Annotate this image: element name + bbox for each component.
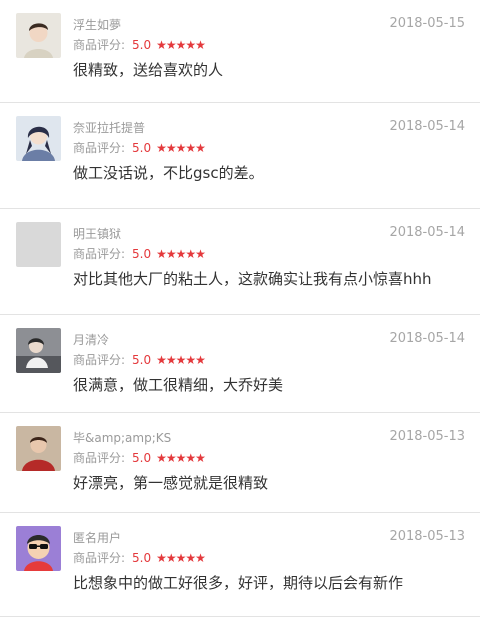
star-rating-icon: ★★★★★: [156, 352, 206, 367]
anime-character-avatar-icon[interactable]: [16, 116, 61, 161]
rating-row: 商品评分: 5.0 ★★★★★: [73, 449, 206, 466]
review-content: 对比其他大厂的粘土人，这款确实让我有点小惊喜hhh: [73, 270, 432, 288]
review-content: 做工没话说，不比gsc的差。: [73, 164, 264, 182]
rating-label: 商品评分:: [73, 551, 126, 565]
reviewer-name: 浮生如夢: [73, 18, 122, 32]
review-item: 毕&amp;amp;KS 2018-05-13 商品评分: 5.0 ★★★★★ …: [0, 413, 480, 513]
review-date: 2018-05-15: [389, 16, 465, 31]
rating-score: 5.0: [132, 37, 152, 52]
blank-avatar-icon[interactable]: [16, 222, 61, 267]
star-rating-icon: ★★★★★: [156, 140, 206, 155]
rating-row: 商品评分: 5.0 ★★★★★: [73, 351, 206, 368]
star-rating-icon: ★★★★★: [156, 246, 206, 261]
rating-score: 5.0: [132, 352, 152, 367]
review-item: 奈亚拉托提普 2018-05-14 商品评分: 5.0 ★★★★★ 做工没话说，…: [0, 103, 480, 209]
review-content: 很精致，送给喜欢的人: [73, 61, 224, 79]
star-rating-icon: ★★★★★: [156, 450, 206, 465]
reviewer-name: 月清冷: [73, 333, 110, 347]
rating-row: 商品评分: 5.0 ★★★★★: [73, 549, 206, 566]
review-item: 浮生如夢 2018-05-15 商品评分: 5.0 ★★★★★ 很精致，送给喜欢…: [0, 0, 480, 103]
star-rating-icon: ★★★★★: [156, 37, 206, 52]
review-date: 2018-05-13: [389, 529, 465, 544]
rating-label: 商品评分:: [73, 353, 126, 367]
reviewer-name: 明王镇狱: [73, 227, 122, 241]
review-date: 2018-05-14: [389, 225, 465, 240]
rating-score: 5.0: [132, 140, 152, 155]
review-date: 2018-05-13: [389, 429, 465, 444]
figure-photo-avatar-icon[interactable]: [16, 328, 61, 373]
review-content: 好漂亮，第一感觉就是很精致: [73, 474, 269, 492]
young-man-avatar-icon[interactable]: [16, 13, 61, 58]
review-item: 明王镇狱 2018-05-14 商品评分: 5.0 ★★★★★ 对比其他大厂的粘…: [0, 209, 480, 315]
review-content: 比想象中的做工好很多，好评，期待以后会有新作: [73, 574, 404, 592]
review-item: 月清冷 2018-05-14 商品评分: 5.0 ★★★★★ 很满意，做工很精细…: [0, 315, 480, 413]
rating-score: 5.0: [132, 550, 152, 565]
review-content: 很满意，做工很精细，大乔好美: [73, 376, 284, 394]
rating-row: 商品评分: 5.0 ★★★★★: [73, 36, 206, 53]
red-character-avatar-icon[interactable]: [16, 426, 61, 471]
star-rating-icon: ★★★★★: [156, 550, 206, 565]
review-date: 2018-05-14: [389, 119, 465, 134]
reviewer-name: 毕&amp;amp;KS: [73, 431, 172, 445]
review-item: 匿名用户 2018-05-13 商品评分: 5.0 ★★★★★ 比想象中的做工好…: [0, 513, 480, 617]
anonymous-cartoon-avatar-icon[interactable]: [16, 526, 61, 571]
reviewer-name: 奈亚拉托提普: [73, 121, 146, 135]
rating-label: 商品评分:: [73, 38, 126, 52]
rating-score: 5.0: [132, 246, 152, 261]
rating-label: 商品评分:: [73, 247, 126, 261]
rating-label: 商品评分:: [73, 451, 126, 465]
rating-label: 商品评分:: [73, 141, 126, 155]
reviewer-name: 匿名用户: [73, 531, 122, 545]
rating-score: 5.0: [132, 450, 152, 465]
rating-row: 商品评分: 5.0 ★★★★★: [73, 245, 206, 262]
rating-row: 商品评分: 5.0 ★★★★★: [73, 139, 206, 156]
review-date: 2018-05-14: [389, 331, 465, 346]
review-list: 浮生如夢 2018-05-15 商品评分: 5.0 ★★★★★ 很精致，送给喜欢…: [0, 0, 480, 617]
